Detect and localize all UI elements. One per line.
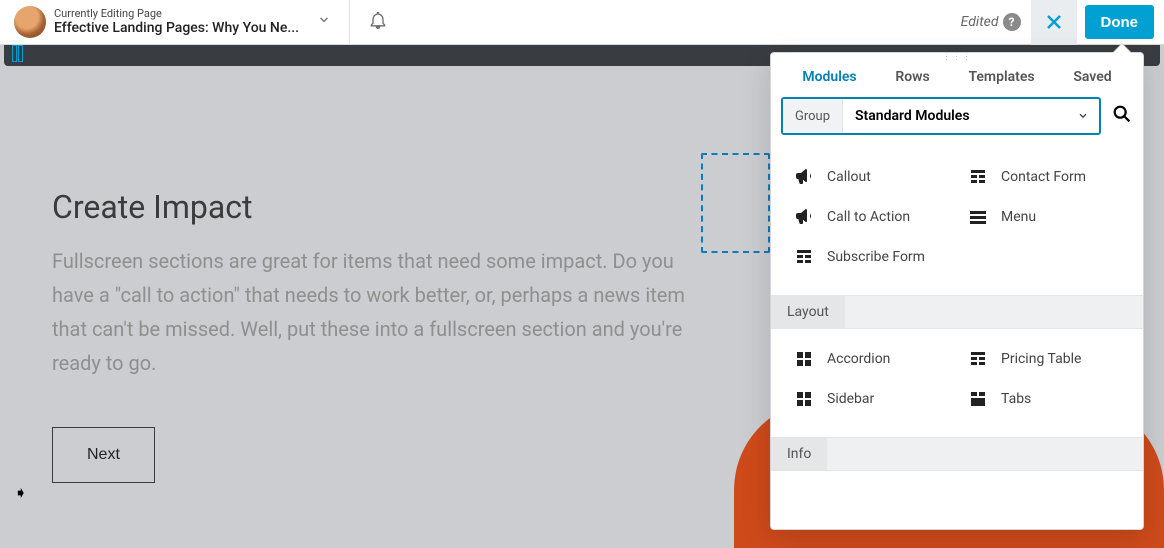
module-label: Tabs <box>1001 391 1031 407</box>
module-label: Call to Action <box>827 209 910 225</box>
module-label: Accordion <box>827 351 890 367</box>
title-area[interactable]: Currently Editing Page Effective Landing… <box>54 8 299 37</box>
next-button[interactable]: Next <box>52 427 155 483</box>
group-label: Group <box>783 99 843 133</box>
module-tabs[interactable]: Tabs <box>963 383 1133 415</box>
search-button[interactable] <box>1111 103 1133 129</box>
module-drop-zone[interactable] <box>701 153 770 253</box>
close-icon <box>1044 12 1064 32</box>
module-sidebar[interactable]: Sidebar <box>789 383 959 415</box>
title-dropdown-caret[interactable] <box>317 13 331 31</box>
tab-rows[interactable]: Rows <box>895 69 929 85</box>
tab-templates[interactable]: Templates <box>968 69 1034 85</box>
chevron-down-icon <box>317 13 331 27</box>
table-icon <box>967 167 989 187</box>
group-select[interactable]: Group Standard Modules <box>781 97 1101 135</box>
module-label: Subscribe Form <box>827 249 925 265</box>
editing-subtitle: Currently Editing Page <box>54 8 299 21</box>
tab-modules[interactable]: Modules <box>802 69 856 85</box>
panel-scroll[interactable]: Callout Contact Form Call to Action Menu Sub… <box>771 147 1143 529</box>
content-panel: ⋮⋮⋮ Modules Rows Templates Saved Group S… <box>770 52 1144 530</box>
edited-label: Edited <box>961 14 999 30</box>
module-call-to-action[interactable]: Call to Action <box>789 201 959 233</box>
module-label: Callout <box>827 169 871 185</box>
panel-tabs: Modules Rows Templates Saved <box>771 61 1143 97</box>
module-label: Pricing Table <box>1001 351 1081 367</box>
panel-drag-handle[interactable]: ⋮⋮⋮ <box>771 53 1143 61</box>
section-info: Info <box>771 437 1143 471</box>
canvas-content: Create Impact Fullscreen sections are gr… <box>52 188 692 380</box>
tab-saved[interactable]: Saved <box>1073 69 1111 85</box>
module-label: Menu <box>1001 209 1036 225</box>
module-accordion[interactable]: Accordion <box>789 343 959 375</box>
layout-icon <box>793 349 815 369</box>
bullhorn-icon <box>793 207 815 227</box>
tabs-icon <box>967 389 989 409</box>
done-button[interactable]: Done <box>1085 5 1155 39</box>
arrow-icon: ➧ <box>14 483 27 502</box>
notifications-button[interactable] <box>368 10 388 34</box>
divider <box>349 0 350 45</box>
module-label: Sidebar <box>827 391 874 407</box>
layout-icon <box>793 389 815 409</box>
module-subscribe-form[interactable]: Subscribe Form <box>789 241 959 273</box>
app-logo <box>14 6 46 38</box>
canvas-paragraph: Fullscreen sections are great for items … <box>52 244 692 380</box>
table-icon <box>967 349 989 369</box>
module-pricing-table[interactable]: Pricing Table <box>963 343 1133 375</box>
module-menu[interactable]: Menu <box>963 201 1133 233</box>
search-icon <box>1111 103 1133 125</box>
table-icon <box>793 247 815 267</box>
close-panel-button[interactable] <box>1031 0 1077 45</box>
canvas-heading: Create Impact <box>52 188 692 226</box>
module-callout[interactable]: Callout <box>789 161 959 193</box>
bullhorn-icon <box>793 167 815 187</box>
group-row: Group Standard Modules <box>771 97 1143 147</box>
bell-icon <box>368 10 388 30</box>
help-button[interactable]: ? <box>1003 13 1021 31</box>
chevron-down-icon <box>1067 107 1099 126</box>
section-layout: Layout <box>771 295 1143 329</box>
group-value: Standard Modules <box>843 108 1067 124</box>
page-title: Effective Landing Pages: Why You Ne... <box>54 20 299 36</box>
module-contact-form[interactable]: Contact Form <box>963 161 1133 193</box>
panel-arrow <box>1113 44 1131 53</box>
module-label: Contact Form <box>1001 169 1086 185</box>
top-bar: Currently Editing Page Effective Landing… <box>0 0 1164 45</box>
menu-icon <box>967 207 989 227</box>
